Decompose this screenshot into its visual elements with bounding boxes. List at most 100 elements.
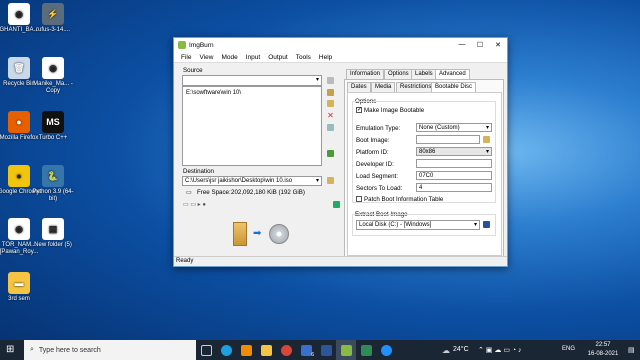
sectors-to-load-field[interactable]: 4 [416, 183, 492, 192]
add-file-icon[interactable] [327, 77, 334, 84]
menu-output[interactable]: Output [264, 54, 292, 61]
tab-restrictions[interactable]: Restrictions [396, 82, 436, 92]
tab-labels[interactable]: Labels [411, 69, 437, 79]
task-view-icon[interactable] [196, 340, 216, 360]
notification-center-icon[interactable]: ▤ [628, 346, 635, 354]
patch-boot-table-label: Patch Boot Information Table [364, 196, 444, 203]
vlc-icon[interactable] [236, 340, 256, 360]
destination-path-field[interactable]: C:\Users\jsr jaikishor\Desktop\win 10.is… [182, 176, 322, 186]
weather-temp[interactable]: 24°C [453, 346, 469, 353]
desktop-shortcut-icon: ⚡ [42, 3, 64, 25]
source-label: Source [183, 67, 203, 74]
tab-advanced[interactable]: Advanced [435, 69, 470, 79]
desktop-icon[interactable]: 🐍 Python 3.9 (64-bit) [30, 165, 76, 203]
menu-bar: File View Mode Input Output Tools Help [174, 52, 507, 63]
sectors-to-load-label: Sectors To Load: [356, 185, 403, 192]
chrome-icon[interactable] [276, 340, 296, 360]
desktop-shortcut-icon: 🗑 [8, 57, 30, 79]
arrow-right-icon: ➡ [253, 228, 262, 239]
close-button[interactable]: ✕ [489, 41, 507, 49]
menu-tools[interactable]: Tools [292, 54, 315, 61]
taskbar: ⊞ ⌕ Type here to search 6 ☁ 24°C ⌃ ▣ ☁ ▭… [0, 340, 640, 360]
menu-input[interactable]: Input [242, 54, 264, 61]
mail-icon[interactable]: 6 [296, 340, 316, 360]
build-button[interactable]: ➡ [229, 218, 291, 250]
desktop-shortcut-icon: ◉ [8, 218, 30, 240]
view-toggle-icons[interactable]: ▭ ▭ ▸ ● [183, 201, 206, 208]
source-dropdown[interactable]: ▾ [182, 75, 322, 86]
menu-file[interactable]: File [177, 54, 195, 61]
notification-count: 6 [311, 352, 314, 358]
minimize-button[interactable]: — [453, 41, 471, 49]
search-icon: ⌕ [30, 346, 34, 353]
refresh-icon[interactable] [327, 150, 334, 157]
title-bar[interactable]: ImgBurn — ☐ ✕ [174, 38, 507, 52]
tab-bootable-disc[interactable]: Bootable Disc [431, 82, 477, 92]
tab-options[interactable]: Options [384, 69, 413, 79]
tab-information[interactable]: Information [346, 69, 385, 79]
destination-label: Destination [183, 168, 214, 175]
app-icon[interactable] [356, 340, 376, 360]
platform-id-label: Platform ID: [356, 149, 389, 156]
browse-file-icon[interactable] [327, 89, 334, 96]
desktop-icon[interactable]: ◉ Manike_Ma... - Copy [30, 57, 76, 95]
menu-help[interactable]: Help [315, 54, 336, 61]
save-icon[interactable] [483, 221, 490, 228]
imgburn-window: ImgBurn — ☐ ✕ File View Mode Input Outpu… [173, 37, 508, 267]
emulation-type-select[interactable]: None (Custom) [416, 123, 492, 132]
status-bar: Ready [174, 256, 507, 266]
log-icon[interactable] [333, 201, 340, 208]
weather-icon[interactable]: ☁ [442, 346, 450, 355]
patch-boot-table-checkbox[interactable] [356, 196, 362, 202]
windows-start-icon[interactable]: ⊞ [6, 344, 14, 355]
menu-mode[interactable]: Mode [217, 54, 241, 61]
system-tray-icons[interactable]: ⌃ ▣ ☁ ▭ ◔ ♪ [478, 346, 522, 354]
desktop-icon-label: 3rd sem [8, 296, 30, 302]
search-box[interactable]: ⌕ Type here to search [24, 340, 196, 360]
desktop-icon-label: Turbo C++ [38, 135, 68, 141]
edge-icon[interactable] [216, 340, 236, 360]
help-icon[interactable] [376, 340, 396, 360]
browse-folder-icon[interactable] [327, 100, 334, 107]
maximize-button[interactable]: ☐ [471, 41, 489, 49]
developer-id-label: Developer ID: [356, 161, 394, 168]
desktop-icon[interactable]: MS Turbo C++ [30, 111, 76, 142]
window-title: ImgBurn [189, 41, 214, 49]
free-space-label: Free Space: [197, 189, 231, 196]
desktop-icon[interactable]: ⚡ rufus-3-14.... [30, 3, 76, 34]
word-icon[interactable] [316, 340, 336, 360]
imgburn-taskbar-icon[interactable] [336, 340, 356, 360]
boot-image-field[interactable] [416, 135, 480, 144]
tab-dates[interactable]: Dates [347, 82, 371, 92]
desktop-icon-label: Manike_Ma... - Copy [33, 81, 73, 94]
source-path: E:\sowftware\win 10\ [186, 90, 242, 96]
browse-boot-image-icon[interactable] [483, 136, 490, 143]
menu-view[interactable]: View [195, 54, 217, 61]
file-explorer-icon[interactable] [256, 340, 276, 360]
calculate-icon[interactable] [327, 124, 334, 131]
desktop-shortcut-icon: ▬ [8, 272, 30, 294]
desktop-shortcut-icon: ◉ [42, 57, 64, 79]
desktop-icon[interactable]: ▬ 3rd sem [0, 272, 42, 303]
clock-time[interactable]: 22:57 [585, 342, 621, 348]
search-placeholder: Type here to search [38, 346, 101, 354]
desktop-shortcut-icon: ● [8, 165, 30, 187]
load-segment-label: Load Segment: [356, 173, 398, 180]
browse-destination-icon[interactable] [327, 177, 334, 184]
language-indicator[interactable]: ENG [562, 346, 575, 352]
tab-media[interactable]: Media [371, 82, 396, 92]
make-bootable-checkbox[interactable]: ✓ [356, 107, 362, 113]
desktop-icon-label: Python 3.9 (64-bit) [32, 189, 74, 202]
developer-id-field[interactable] [416, 159, 492, 168]
load-segment-field[interactable]: 07C0 [416, 171, 492, 180]
desktop-icon[interactable]: ▤ New folder (5) [30, 218, 76, 249]
desktop-shortcut-icon: 🐍 [42, 165, 64, 187]
source-list[interactable]: E:\sowftware\win 10\ [182, 86, 322, 166]
make-bootable-label: Make Image Bootable [364, 107, 425, 114]
clock-date[interactable]: 16-08-2021 [583, 351, 623, 357]
extract-drive-select[interactable]: Local Disk (C:) - [Windows] [356, 220, 480, 230]
desktop-shortcut-icon: ▤ [42, 218, 64, 240]
remove-icon[interactable]: ✕ [327, 112, 334, 120]
platform-id-select[interactable]: 80x86 [416, 147, 492, 156]
desktop-icon-label: rufus-3-14.... [35, 27, 70, 33]
